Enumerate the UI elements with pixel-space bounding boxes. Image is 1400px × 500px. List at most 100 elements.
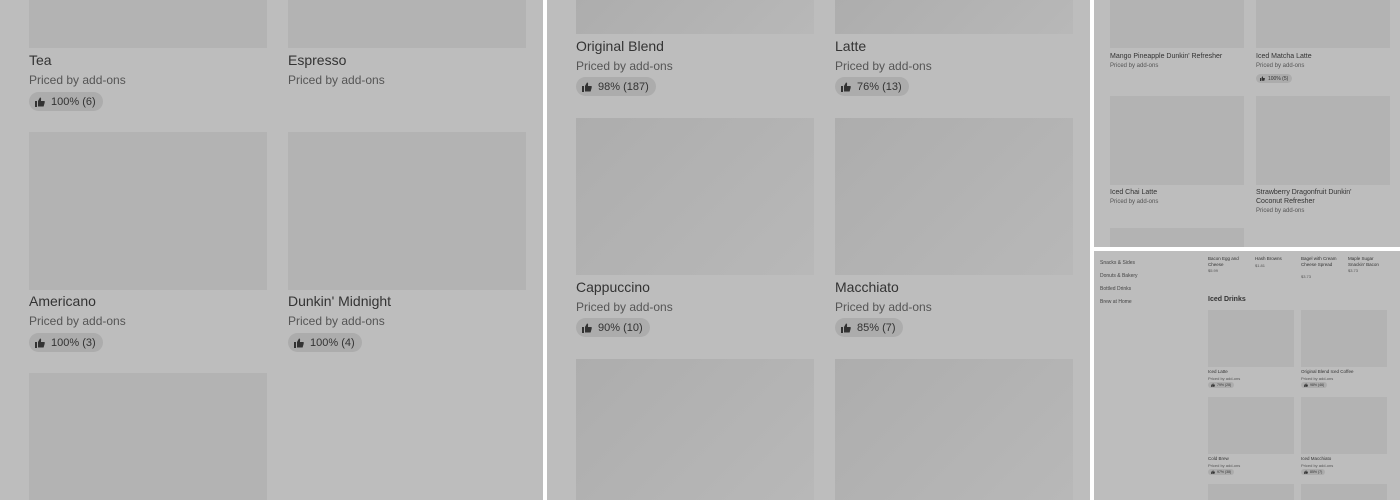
item-image[interactable]: [1301, 397, 1387, 454]
rating-badge: 97% (38): [1208, 469, 1235, 475]
item-image[interactable]: [835, 359, 1073, 500]
item-price: Priced by add-ons: [1208, 376, 1241, 381]
rating-badge: 85% (7): [835, 318, 903, 337]
rating-badge: 98% (46): [1301, 382, 1328, 388]
item-name[interactable]: Bacon Egg and Cheese: [1208, 256, 1248, 267]
item-image[interactable]: [29, 132, 267, 290]
thumbs-up-icon: [1304, 383, 1308, 387]
item-price: $1.81: [1255, 263, 1266, 268]
thumbs-up-icon: [35, 338, 45, 348]
rating-text: 100% (4): [310, 336, 355, 349]
item-image[interactable]: [1301, 310, 1387, 367]
thumbs-up-icon: [841, 323, 851, 333]
item-name[interactable]: Hash Browns: [1255, 256, 1295, 262]
item-name[interactable]: Espresso: [288, 52, 346, 68]
rating-text: 97% (38): [1217, 470, 1232, 474]
item-image[interactable]: [835, 118, 1073, 275]
item-image[interactable]: [1256, 0, 1390, 48]
thumbs-up-icon: [841, 82, 851, 92]
rating-badge: 100% (5): [1256, 74, 1293, 83]
item-name[interactable]: Iced Macchiato: [1301, 456, 1331, 462]
item-price: Priced by add-ons: [835, 59, 932, 73]
item-name[interactable]: Macchiato: [835, 279, 899, 295]
item-image[interactable]: [835, 0, 1073, 34]
item-name[interactable]: Iced Matcha Latte: [1256, 52, 1390, 61]
thumbs-up-icon: [582, 323, 592, 333]
item-price: Priced by add-ons: [1256, 63, 1305, 69]
rating-text: 98% (46): [1310, 383, 1325, 387]
item-price: Priced by add-ons: [1301, 376, 1334, 381]
item-price: Priced by add-ons: [1110, 63, 1159, 69]
rating-badge: 76% (13): [835, 77, 909, 96]
item-image[interactable]: [1301, 484, 1387, 500]
item-image[interactable]: [576, 0, 814, 34]
rating-text: 85% (7): [857, 321, 896, 334]
item-name[interactable]: Dunkin' Midnight: [288, 293, 391, 309]
item-name[interactable]: Iced Chai Latte: [1110, 188, 1244, 197]
item-image[interactable]: [1110, 0, 1244, 48]
item-price: Priced by add-ons: [1110, 199, 1159, 205]
rating-badge: 98% (187): [576, 77, 656, 96]
rating-text: 79% (28): [1217, 383, 1232, 387]
item-name[interactable]: Iced Latte: [1208, 369, 1228, 375]
item-price: Priced by add-ons: [1208, 463, 1241, 468]
thumbs-up-icon: [1304, 470, 1308, 474]
rating-badge: 79% (28): [1208, 382, 1235, 388]
category-nav-item[interactable]: Brew at Home: [1100, 299, 1132, 305]
item-image[interactable]: [1208, 484, 1294, 500]
item-image[interactable]: [288, 132, 526, 290]
item-price: Priced by add-ons: [835, 300, 932, 314]
rating-badge: 90% (10): [576, 318, 650, 337]
thumbs-up-icon: [1211, 383, 1215, 387]
item-image[interactable]: [29, 0, 267, 48]
rating-badge: 100% (6): [29, 92, 103, 111]
rating-text: 76% (13): [857, 80, 902, 93]
thumbs-up-icon: [35, 97, 45, 107]
item-price: Priced by add-ons: [576, 300, 673, 314]
item-name[interactable]: Bagel with Cream Cheese Spread: [1301, 256, 1339, 267]
item-name[interactable]: Original Blend Iced Coffee: [1301, 369, 1353, 375]
item-price: $5.99: [1208, 268, 1219, 273]
category-nav-item[interactable]: Donuts & Bakery: [1100, 273, 1138, 279]
item-image[interactable]: [29, 373, 267, 500]
item-name[interactable]: Strawberry Dragonfruit Dunkin' Coconut R…: [1256, 188, 1374, 206]
item-image[interactable]: [1256, 96, 1390, 185]
item-name[interactable]: Cappuccino: [576, 279, 650, 295]
thumbs-up-icon: [1260, 76, 1265, 81]
rating-text: 98% (187): [598, 80, 649, 93]
item-name[interactable]: Latte: [835, 38, 866, 54]
item-image[interactable]: [576, 118, 814, 275]
item-image[interactable]: [1208, 397, 1294, 454]
item-price: Priced by add-ons: [576, 59, 673, 73]
thumbs-up-icon: [582, 82, 592, 92]
menu-panel-3: Mango Pineapple Dunkin' Refresher Priced…: [1094, 0, 1400, 247]
item-price: Priced by add-ons: [29, 73, 126, 87]
item-price: $3.73: [1301, 274, 1312, 279]
item-image[interactable]: [288, 0, 526, 48]
item-image[interactable]: [576, 359, 814, 500]
item-name[interactable]: Americano: [29, 293, 96, 309]
category-nav-item[interactable]: Bottled Drinks: [1100, 286, 1131, 292]
thumbs-up-icon: [294, 338, 304, 348]
section-title: Iced Drinks: [1208, 296, 1246, 303]
item-name[interactable]: Mango Pineapple Dunkin' Refresher: [1110, 52, 1244, 61]
item-image[interactable]: [1208, 310, 1294, 367]
rating-badge: 100% (4): [288, 333, 362, 352]
item-image[interactable]: [1110, 228, 1244, 247]
rating-text: 90% (10): [598, 321, 643, 334]
item-image[interactable]: [1110, 96, 1244, 185]
item-name[interactable]: Maple Sugar Snackin' Bacon: [1348, 256, 1388, 267]
category-nav-item[interactable]: Snacks & Sides: [1100, 260, 1135, 266]
menu-panel-4: Snacks & Sides Donuts & Bakery Bottled D…: [1094, 251, 1400, 500]
item-price: Priced by add-ons: [288, 73, 385, 87]
rating-badge: 100% (3): [29, 333, 103, 352]
item-price: Priced by add-ons: [1256, 208, 1305, 214]
rating-text: 100% (5): [1268, 75, 1289, 82]
item-name[interactable]: Original Blend: [576, 38, 664, 54]
item-name[interactable]: Cold Brew: [1208, 456, 1229, 462]
rating-badge: 85% (7): [1301, 469, 1326, 475]
item-price: $3.73: [1348, 268, 1359, 273]
menu-panel-2: Original Blend Priced by add-ons 98% (18…: [547, 0, 1090, 500]
item-price: Priced by add-ons: [29, 314, 126, 328]
item-name[interactable]: Tea: [29, 52, 52, 68]
